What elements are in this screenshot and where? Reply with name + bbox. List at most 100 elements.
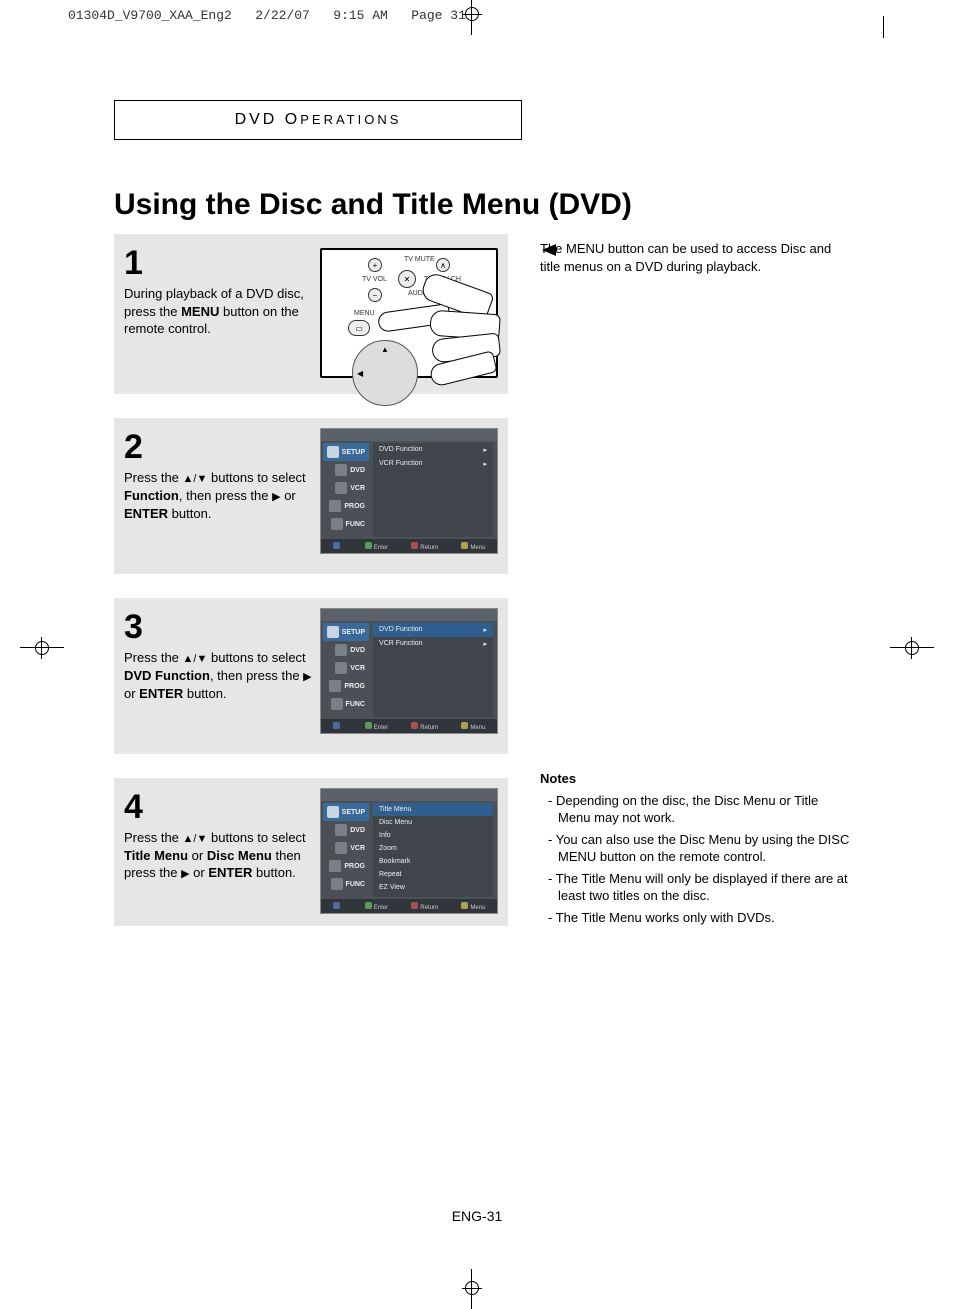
osd-left-prog: PROG <box>344 863 365 870</box>
b: Function <box>124 488 179 503</box>
osd-left-menu: SETUP DVD VCR PROG FUNC <box>323 623 369 713</box>
osd-bottom-return: Return <box>420 905 438 911</box>
t: buttons to select <box>207 650 305 665</box>
osd-left-func: FUNC <box>346 701 365 708</box>
disc-icon <box>335 464 347 476</box>
print-page: Page 31 <box>411 8 466 23</box>
remote-illustration: TV MUTE + TV VOL ✕ ∧ TRK/TV CH − AUDIO M… <box>326 254 492 372</box>
step-4-text: Press the ▲/▼ buttons to select Title Me… <box>124 829 314 882</box>
grid-icon <box>331 878 343 890</box>
osd-left-vcr: VCR <box>350 485 365 492</box>
page-title: Using the Disc and Title Menu (DVD) <box>114 188 632 222</box>
osd-item-info: Info <box>379 832 391 839</box>
osd-item-repeat: Repeat <box>379 871 402 878</box>
b: ENTER <box>139 686 183 701</box>
b: Disc Menu <box>207 848 272 863</box>
crop-mark-left <box>20 634 64 662</box>
menu-icon <box>461 542 468 549</box>
t: or <box>281 488 296 503</box>
b: DVD Function <box>124 668 210 683</box>
return-icon <box>411 542 418 549</box>
osd-item-ezview: EZ View <box>379 884 405 891</box>
clock-icon <box>329 500 341 512</box>
osd-right-panel: DVD Function▸ VCR Function▸ <box>373 623 493 717</box>
menu-icon <box>461 902 468 909</box>
page-number: ENG-31 <box>0 1208 954 1224</box>
right-icon: ▶ <box>272 491 280 503</box>
osd-left-func: FUNC <box>346 521 365 528</box>
t: Press the <box>124 470 183 485</box>
osd-left-func: FUNC <box>346 881 365 888</box>
osd-left-dvd: DVD <box>350 827 365 834</box>
section-heading-box: DVD OPERATIONS <box>114 100 522 140</box>
remote-btn-volup: + <box>368 258 382 272</box>
move-icon <box>333 542 340 549</box>
notes-section: Notes Depending on the disc, the Disc Me… <box>540 770 850 930</box>
menu-icon <box>461 722 468 729</box>
notes-item-2: You can also use the Disc Menu by using … <box>548 831 850 866</box>
chevron-right-icon: ▸ <box>483 626 487 634</box>
step-1-bold: MENU <box>181 304 219 319</box>
return-icon <box>411 722 418 729</box>
print-date: 2/22/07 <box>255 8 310 23</box>
gear-icon <box>327 806 339 818</box>
chevron-right-icon: ▸ <box>483 460 487 468</box>
right-icon: ▶ <box>181 868 189 880</box>
osd-left-menu: SETUP DVD VCR PROG FUNC <box>323 803 369 893</box>
clock-icon <box>329 860 341 872</box>
chevron-right-icon: ▸ <box>483 446 487 454</box>
step-3: 3 Press the ▲/▼ buttons to select DVD Fu… <box>114 598 508 754</box>
chevron-right-icon: ▸ <box>483 640 487 648</box>
step-1-illustration: TV MUTE + TV VOL ✕ ∧ TRK/TV CH − AUDIO M… <box>320 248 498 378</box>
t: Press the <box>124 830 183 845</box>
print-filename: 01304D_V9700_XAA_Eng2 <box>68 8 232 23</box>
osd-left-setup: SETUP <box>342 449 365 456</box>
osd-bottom-bar: Enter Return Menu <box>321 539 497 553</box>
grid-icon <box>331 518 343 530</box>
gear-icon <box>327 626 339 638</box>
crop-tick-right <box>883 16 884 38</box>
right-icon: ▶ <box>303 671 311 683</box>
osd-screen-3: SETUP DVD VCR PROG FUNC DVD Function▸ VC… <box>321 609 497 733</box>
return-icon <box>411 902 418 909</box>
osd-bottom-return: Return <box>420 545 438 551</box>
osd-right-panel: DVD Function ▸ VCR Function ▸ <box>373 443 493 537</box>
notes-item-3: The Title Menu will only be displayed if… <box>548 870 850 905</box>
osd-bottom-enter: Enter <box>374 905 388 911</box>
step-2: 2 Press the ▲/▼ buttons to select Functi… <box>114 418 508 574</box>
up-down-icon: ▲/▼ <box>183 833 208 845</box>
crop-mark-bottom <box>460 1269 484 1309</box>
t: or <box>188 848 207 863</box>
osd-bottom-bar: Enter Return Menu <box>321 719 497 733</box>
step-2-text: Press the ▲/▼ buttons to select Function… <box>124 469 314 522</box>
t: button. <box>168 506 211 521</box>
osd-left-dvd: DVD <box>350 647 365 654</box>
notes-item-4: The Title Menu works only with DVDs. <box>548 909 850 927</box>
b: Title Menu <box>124 848 188 863</box>
step-2-screenshot: SETUP DVD VCR PROG FUNC DVD Function ▸ VC… <box>320 428 498 554</box>
hand-illustration <box>378 278 498 378</box>
callout-text: The MENU button can be used to access Di… <box>540 240 840 275</box>
osd-left-menu: SETUP DVD VCR PROG FUNC <box>323 443 369 533</box>
disc-icon <box>335 824 347 836</box>
up-down-icon: ▲/▼ <box>183 653 208 665</box>
osd-item-vcrfunc: VCR Function <box>379 460 423 468</box>
section-heading-rest: PERATIONS <box>300 112 401 127</box>
osd-item-zoom: Zoom <box>379 845 397 852</box>
t: , then press the <box>210 668 303 683</box>
step-4-screenshot: SETUP DVD VCR PROG FUNC Title Menu Disc … <box>320 788 498 914</box>
clock-icon <box>329 680 341 692</box>
osd-bottom-menu: Menu <box>470 905 485 911</box>
osd-item-dvdfunc: DVD Function <box>379 446 423 454</box>
tape-icon <box>335 662 347 674</box>
t: or <box>190 865 209 880</box>
dpad-left-icon: ◀ <box>357 369 363 378</box>
remote-label-tvmute: TV MUTE <box>404 256 435 263</box>
move-icon <box>333 722 340 729</box>
gear-icon <box>327 446 339 458</box>
remote-btn-chup: ∧ <box>436 258 450 272</box>
t: , then press the <box>179 488 272 503</box>
osd-left-setup: SETUP <box>342 809 365 816</box>
osd-item-dvdfunc: DVD Function <box>379 626 423 634</box>
t: button. <box>183 686 226 701</box>
